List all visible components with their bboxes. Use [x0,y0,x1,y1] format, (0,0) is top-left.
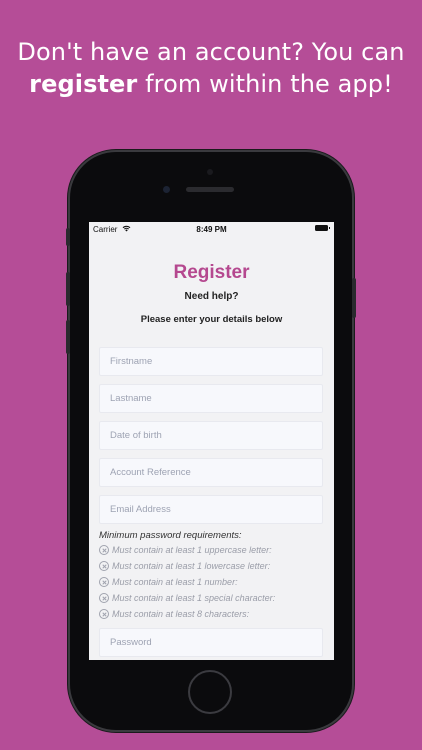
requirement-uppercase: Must contain at least 1 uppercase letter… [99,544,272,556]
account-reference-field[interactable]: Account Reference [99,458,323,487]
page-title: Register [173,262,250,283]
requirement-text: Must contain at least 1 lowercase letter… [112,561,271,571]
need-help-link[interactable]: Need help? [89,291,334,302]
requirement-text: Must contain at least 8 characters: [112,609,250,619]
headline-line-1: Don't have an account? You can [17,38,405,66]
volume-up-button [66,272,70,306]
email-field[interactable]: Email Address [99,495,323,524]
status-bar: Carrier 8:49 PM [89,222,334,236]
unmet-x-icon [99,577,109,587]
mute-switch [66,228,70,246]
unmet-x-icon [99,593,109,603]
password-field[interactable]: Password [99,628,323,657]
volume-down-button [66,320,70,354]
requirement-special-character: Must contain at least 1 special characte… [99,592,275,604]
unmet-x-icon [99,545,109,555]
requirement-min-length: Must contain at least 8 characters: [99,608,249,620]
proximity-sensor [207,169,213,175]
battery-icon [315,225,330,231]
app-screen: Carrier 8:49 PM Register Need help? Plea… [89,222,334,660]
lastname-field[interactable]: Lastname [99,384,323,413]
date-of-birth-field[interactable]: Date of birth [99,421,323,450]
password-requirements-title: Minimum password requirements: [99,530,242,541]
home-button[interactable] [188,670,232,714]
promo-headline: Don't have an account? You can register … [0,36,422,100]
unmet-x-icon [99,561,109,571]
front-camera-icon [163,186,170,193]
headline-line-2-rest: from within the app! [137,70,393,98]
requirement-text: Must contain at least 1 uppercase letter… [112,545,272,555]
headline-line-2: register from within the app! [0,68,422,100]
instructions-text: Please enter your details below [140,314,283,325]
requirement-text: Must contain at least 1 number: [112,577,238,587]
headline-bold-word: register [29,70,138,98]
requirement-lowercase: Must contain at least 1 lowercase letter… [99,560,270,572]
firstname-field[interactable]: Firstname [99,347,323,376]
status-time: 8:49 PM [196,225,227,234]
requirement-text: Must contain at least 1 special characte… [112,593,276,603]
power-button [352,278,356,318]
unmet-x-icon [99,609,109,619]
earpiece-speaker [186,187,234,192]
requirement-number: Must contain at least 1 number: [99,576,238,588]
